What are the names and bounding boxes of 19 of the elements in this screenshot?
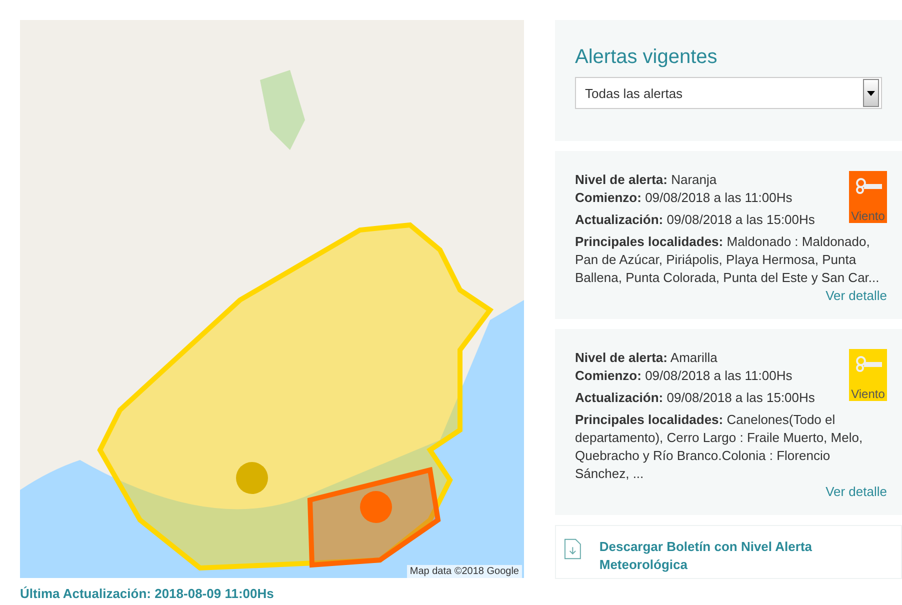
document-download-icon [564,538,582,560]
wind-alert-badge: Viento [849,171,887,223]
wind-alert-badge: Viento [849,349,887,401]
panel-title: Alertas vigentes [575,46,718,69]
alert-update-text: Actualización: 09/08/2018 a las 15:00Hs [575,211,816,229]
last-update-text: Última Actualización: 2018-08-09 11:00Hs [20,586,275,602]
alert-level-text: Nivel de alerta: Naranja [575,171,718,189]
download-bulletin-link[interactable]: Descargar Boletín con Nivel Alerta Meteorológica [599,538,893,574]
alert-start-text: Comienzo: 09/08/2018 a las 11:00Hs [575,189,794,207]
alert-places-text: Principales localidades: Canelones(Todo el departamento), Cerro Largo : Fraile Muerto, Melo, Quebracho y Río Branco.Colonia : Florencio Sánchez, ... [575,411,864,483]
detail-link[interactable]: Ver detalle [826,288,887,303]
alert-level-text: Nivel de alerta: Amarilla [575,349,718,367]
alert-places-text: Principales localidades: Maldonado : Maldonado, Pan de Azúcar, Piriápolis, Playa Hermosa, Punta Ballena, Punta Colorada, Punta del Este y San Car... [575,233,880,287]
alert-update-text: Actualización: 09/08/2018 a las 15:00Hs [575,389,816,407]
map-attribution[interactable]: Map data ©2018 Google [406,565,522,578]
alert-start-text: Comienzo: 09/08/2018 a las 11:00Hs [575,367,794,385]
caret-icon [863,79,879,107]
detail-link[interactable]: Ver detalle [826,484,887,499]
alert-filter-dropdown[interactable]: Todas las alertas [575,77,882,109]
